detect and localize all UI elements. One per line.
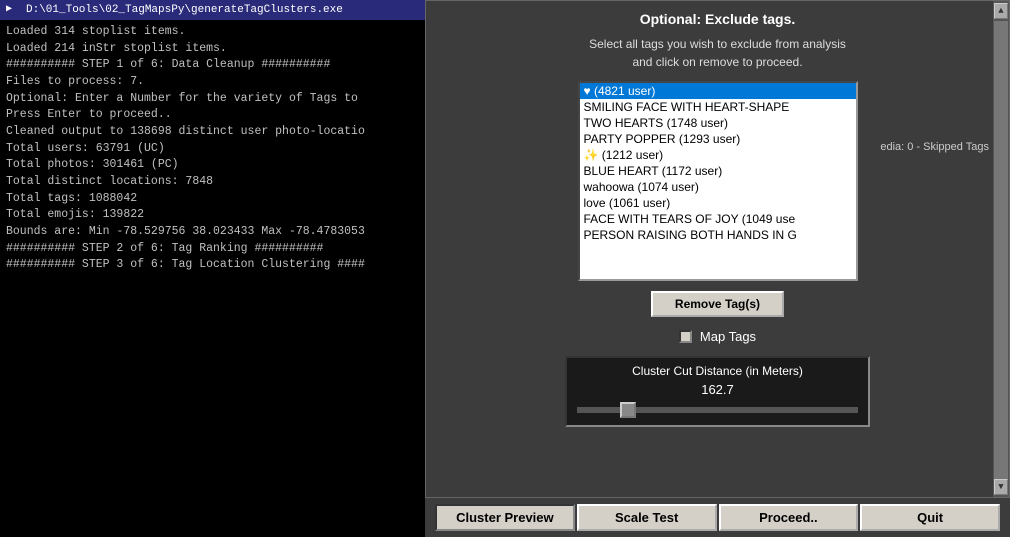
terminal-line: Bounds are: Min -78.529756 38.023433 Max… (6, 224, 419, 241)
scale-test-button[interactable]: Scale Test (577, 504, 717, 531)
terminal-line: ########## STEP 3 of 6: Tag Location Clu… (6, 257, 419, 274)
tag-list-item[interactable]: love (1061 user) (580, 195, 856, 211)
tag-list-item[interactable]: PARTY POPPER (1293 user) (580, 131, 856, 147)
scrollbar-up-arrow[interactable]: ▲ (994, 3, 1008, 19)
tag-list-item[interactable]: wahoowa (1074 user) (580, 179, 856, 195)
terminal-line: Total photos: 301461 (PC) (6, 157, 419, 174)
tag-list-item[interactable]: TWO HEARTS (1748 user) (580, 115, 856, 131)
map-tags-checkbox[interactable] (679, 330, 692, 343)
cluster-distance-slider[interactable] (577, 407, 858, 413)
terminal-line: Total emojis: 139822 (6, 207, 419, 224)
proceed-button[interactable]: Proceed.. (719, 504, 859, 531)
dialog-subtitle: Select all tags you wish to exclude from… (589, 35, 846, 71)
terminal-line: Files to process: 7. (6, 74, 419, 91)
terminal-line: Loaded 314 stoplist items. (6, 24, 419, 41)
dialog-title: Optional: Exclude tags. (640, 11, 796, 27)
terminal-line: Cleaned output to 138698 distinct user p… (6, 124, 419, 141)
terminal-line: ########## STEP 2 of 6: Tag Ranking ####… (6, 241, 419, 258)
title-bar: ▶ D:\01_Tools\02_TagMapsPy\generateTagCl… (0, 0, 425, 20)
terminal-line: Total users: 63791 (UC) (6, 141, 419, 158)
terminal-line: Press Enter to proceed.. (6, 107, 419, 124)
tag-list-item[interactable]: ♥ (4821 user) (580, 83, 856, 99)
scrollbar-thumb (994, 21, 1008, 479)
subtitle-line1: Select all tags you wish to exclude from… (589, 37, 846, 51)
terminal-panel: ▶ D:\01_Tools\02_TagMapsPy\generateTagCl… (0, 0, 425, 537)
tag-list-item[interactable]: SMILING FACE WITH HEART-SHAPE (580, 99, 856, 115)
tag-list-item[interactable]: PERSON RAISING BOTH HANDS IN G (580, 227, 856, 243)
tag-list: ♥ (4821 user)SMILING FACE WITH HEART-SHA… (580, 83, 856, 243)
map-tags-row: Map Tags (679, 329, 756, 344)
bottom-buttons: Cluster Preview Scale Test Proceed.. Qui… (425, 498, 1010, 537)
terminal-line: Optional: Enter a Number for the variety… (6, 91, 419, 108)
remove-tags-button[interactable]: Remove Tag(s) (651, 291, 784, 317)
status-hint: edia: 0 - Skipped Tags (880, 141, 989, 153)
terminal-line: Loaded 214 inStr stoplist items. (6, 41, 419, 58)
tag-list-item[interactable]: ✨ (1212 user) (580, 147, 856, 163)
subtitle-line2: and click on remove to proceed. (632, 55, 802, 69)
terminal-line: Total tags: 1088042 (6, 191, 419, 208)
tag-list-item[interactable]: BLUE HEART (1172 user) (580, 163, 856, 179)
dialog: Optional: Exclude tags. Select all tags … (425, 0, 1010, 498)
map-tags-label: Map Tags (700, 329, 756, 344)
terminal-output: Loaded 314 stoplist items.Loaded 214 inS… (0, 20, 425, 537)
tag-list-item[interactable]: FACE WITH TEARS OF JOY (1049 use (580, 211, 856, 227)
title-bar-label: D:\01_Tools\02_TagMapsPy\generateTagClus… (26, 4, 343, 16)
terminal-line: Total distinct locations: 7848 (6, 174, 419, 191)
terminal-line: ########## STEP 1 of 6: Data Cleanup ###… (6, 57, 419, 74)
tag-list-container[interactable]: ♥ (4821 user)SMILING FACE WITH HEART-SHA… (578, 81, 858, 281)
dialog-scrollbar: ▲ ▼ (993, 1, 1009, 497)
quit-button[interactable]: Quit (860, 504, 1000, 531)
cluster-distance-box: Cluster Cut Distance (in Meters) 162.7 (565, 356, 870, 427)
right-panel: Optional: Exclude tags. Select all tags … (425, 0, 1010, 537)
scrollbar-down-arrow[interactable]: ▼ (994, 479, 1008, 495)
cluster-distance-title: Cluster Cut Distance (in Meters) (577, 364, 858, 378)
cluster-preview-button[interactable]: Cluster Preview (435, 504, 575, 531)
cluster-distance-value: 162.7 (577, 382, 858, 397)
cmd-icon: ▶ (6, 3, 20, 17)
